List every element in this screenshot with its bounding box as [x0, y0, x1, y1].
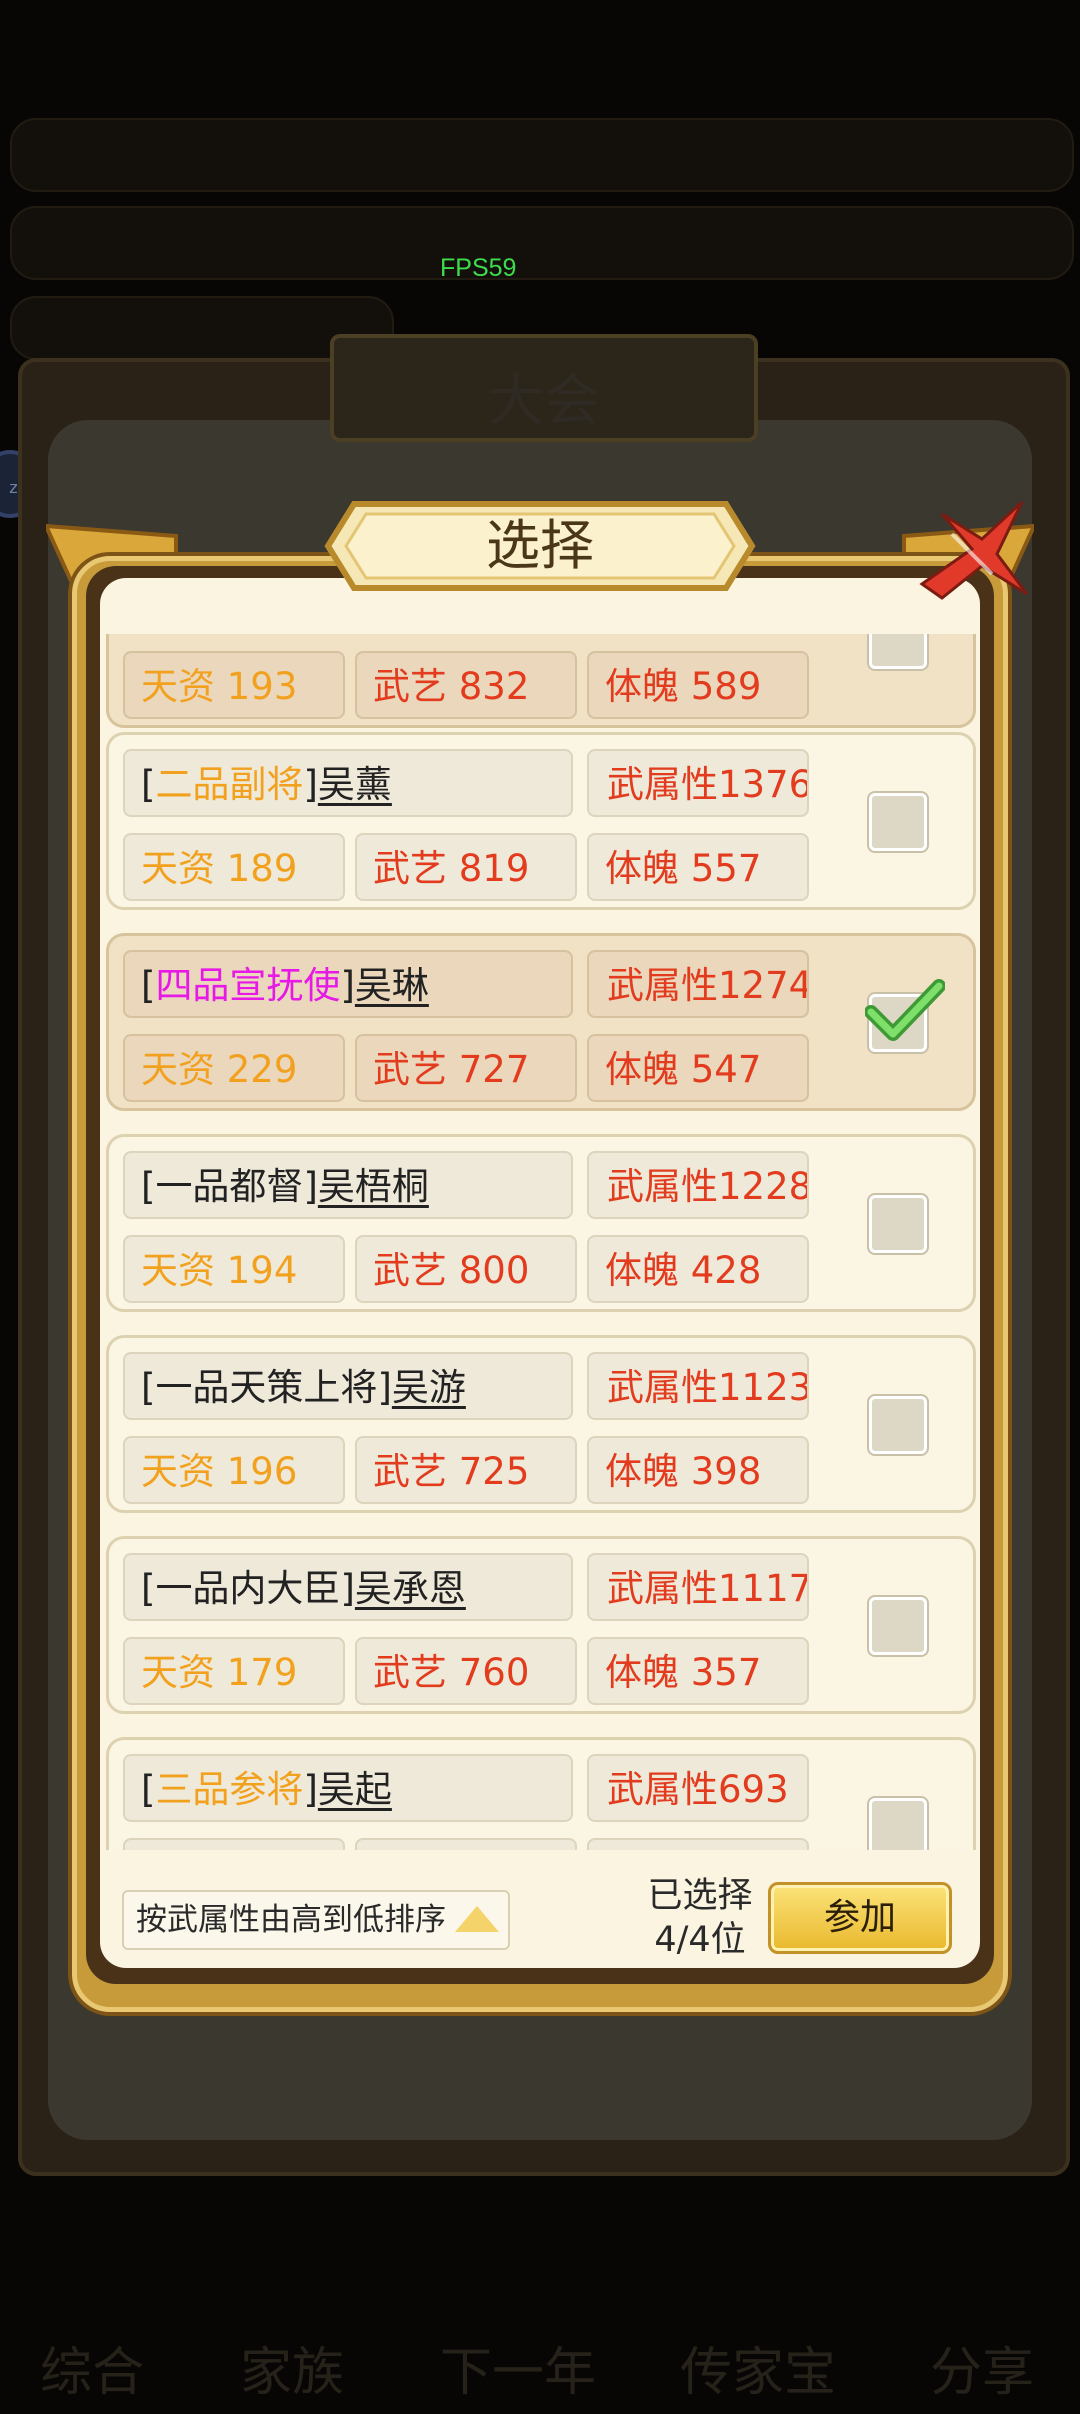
member-card[interactable]: [一品都督]吴梧桐 武属性1228 天资 194 武艺 800 体魄 428: [106, 1134, 976, 1312]
member-rank: 一品都督: [155, 1165, 304, 1208]
talent-stat: 天资 196: [123, 1436, 345, 1504]
member-name-link[interactable]: 吴琳: [355, 964, 429, 1007]
martial-stat: 武艺 760: [355, 1637, 577, 1705]
member-list[interactable]: 天资 193 武艺 832 体魄 589 [二品副将]吴薰 武属性1376 天资…: [102, 634, 978, 1850]
talent-stat: 天资 179: [123, 1637, 345, 1705]
member-card[interactable]: [二品副将]吴薰 武属性1376 天资 189 武艺 819 体魄 557: [106, 732, 976, 910]
martial-stat: [355, 1838, 577, 1850]
talent-stat: 天资 189: [123, 833, 345, 901]
member-card[interactable]: [三品参将]吴起 武属性693: [106, 1737, 976, 1850]
talent-stat: 天资 194: [123, 1235, 345, 1303]
bg-panel-title-plate: 大会: [330, 334, 758, 442]
martial-stat: 武艺 725: [355, 1436, 577, 1504]
select-checkbox[interactable]: [869, 634, 927, 669]
member-name[interactable]: [一品都督]吴梧桐: [123, 1151, 573, 1219]
talent-stat: [123, 1838, 345, 1850]
fps-counter: FPS59: [440, 254, 517, 282]
body-stat: 体魄 398: [587, 1436, 809, 1504]
member-name[interactable]: [二品副将]吴薰: [123, 749, 573, 817]
member-name[interactable]: [三品参将]吴起: [123, 1754, 573, 1822]
bg-nav-item: 下一年: [440, 2343, 597, 2403]
talent-stat: 天资 193: [123, 651, 345, 719]
member-name-link[interactable]: 吴梧桐: [318, 1165, 429, 1208]
power-stat: 武属性1123: [587, 1352, 809, 1420]
member-card[interactable]: [一品天策上将]吴游 武属性1123 天资 196 武艺 725 体魄 398: [106, 1335, 976, 1513]
sort-arrow-icon[interactable]: [455, 1906, 499, 1932]
member-rank: 二品副将: [155, 763, 304, 806]
talent-stat: 天资 229: [123, 1034, 345, 1102]
bg-nav-item: 传家宝: [680, 2343, 837, 2403]
member-card[interactable]: [四品宣抚使]吴琳 武属性1274 天资 229 武艺 727 体魄 547: [106, 933, 976, 1111]
select-checkbox[interactable]: [869, 1195, 927, 1253]
sort-button[interactable]: 按武属性由高到低排序: [122, 1890, 510, 1950]
bg-info-bar: [10, 206, 1074, 280]
member-rank: 一品内大臣: [155, 1567, 341, 1610]
check-icon: [865, 979, 945, 1041]
sort-label: 按武属性由高到低排序: [136, 1902, 446, 1938]
member-name-link[interactable]: 吴薰: [318, 763, 392, 806]
select-checkbox[interactable]: [869, 793, 927, 851]
member-rank: 三品参将: [155, 1768, 304, 1811]
selected-value: 4/4位: [654, 1920, 746, 1960]
martial-stat: 武艺 819: [355, 833, 577, 901]
bg-bottom-nav: 综合 家族 下一年 传家宝 分享: [0, 2190, 1080, 2414]
martial-stat: 武艺 727: [355, 1034, 577, 1102]
select-checkbox[interactable]: [869, 1798, 927, 1850]
body-stat: 体魄 428: [587, 1235, 809, 1303]
bg-nav-item: 家族: [240, 2343, 345, 2403]
martial-stat: 武艺 832: [355, 651, 577, 719]
close-icon[interactable]: [912, 494, 1032, 604]
body-stat: 体魄 557: [587, 833, 809, 901]
body-stat: [587, 1838, 809, 1850]
member-name-link[interactable]: 吴起: [318, 1768, 392, 1811]
join-button[interactable]: 参加: [768, 1882, 952, 1954]
member-name[interactable]: [一品天策上将]吴游: [123, 1352, 573, 1420]
martial-stat: 武艺 800: [355, 1235, 577, 1303]
select-checkbox[interactable]: [869, 1396, 927, 1454]
member-name-link[interactable]: 吴承恩: [355, 1567, 466, 1610]
bg-panel-title: 大会: [488, 369, 600, 434]
bg-nav-item: 分享: [930, 2343, 1035, 2403]
member-name-link[interactable]: 吴游: [392, 1366, 466, 1409]
member-rank: 一品天策上将: [155, 1366, 378, 1409]
member-rank: 四品宣抚使: [155, 964, 341, 1007]
selected-count: 已选择 4/4位: [630, 1874, 770, 1962]
body-stat: 体魄 589: [587, 651, 809, 719]
member-name[interactable]: [一品内大臣]吴承恩: [123, 1553, 573, 1621]
member-card[interactable]: [一品内大臣]吴承恩 武属性1117 天资 179 武艺 760 体魄 357: [106, 1536, 976, 1714]
power-stat: 武属性693: [587, 1754, 809, 1822]
member-card[interactable]: 天资 193 武艺 832 体魄 589: [106, 634, 976, 728]
selected-label: 已选择: [647, 1876, 753, 1916]
dialog-title: 选择: [486, 514, 594, 577]
bg-resource-bar: [10, 118, 1074, 192]
power-stat: 武属性1376: [587, 749, 809, 817]
member-name[interactable]: [四品宣抚使]吴琳: [123, 950, 573, 1018]
power-stat: 武属性1228: [587, 1151, 809, 1219]
body-stat: 体魄 547: [587, 1034, 809, 1102]
select-checkbox[interactable]: [869, 1597, 927, 1655]
bg-nav-item: 综合: [40, 2343, 145, 2403]
body-stat: 体魄 357: [587, 1637, 809, 1705]
power-stat: 武属性1274: [587, 950, 809, 1018]
power-stat: 武属性1117: [587, 1553, 809, 1621]
